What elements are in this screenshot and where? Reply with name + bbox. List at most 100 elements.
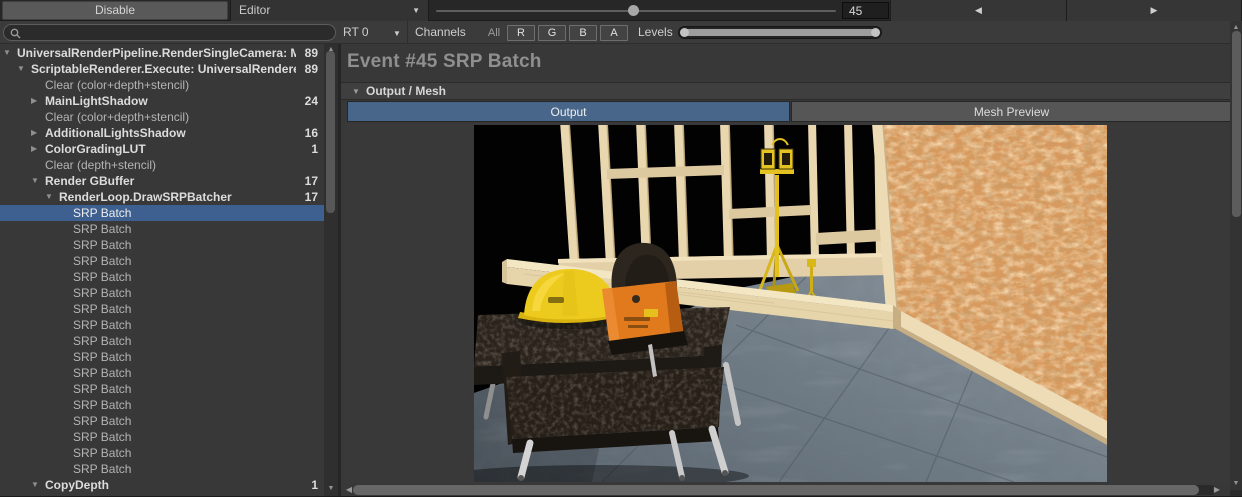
tree-row-label: SRP Batch	[0, 365, 296, 381]
tree-row-label: SRP Batch	[0, 269, 296, 285]
output-preview-image	[474, 125, 1107, 482]
tree-row[interactable]: Clear (color+depth+stencil)	[0, 109, 324, 125]
tree-row-label: UniversalRenderPipeline.RenderSingleCame…	[0, 45, 296, 61]
foldout-collapsed-icon[interactable]: ▶	[31, 125, 43, 141]
channel-all-button[interactable]: All	[481, 25, 507, 41]
tree-row[interactable]: SRP Batch	[0, 269, 324, 285]
tree-scrollbar[interactable]: ▲ ▼	[324, 44, 338, 497]
foldout-expanded-icon[interactable]: ▼	[31, 173, 43, 189]
tree-row[interactable]: ▶MainLightShadow24	[0, 93, 324, 109]
tree-row[interactable]: SRP Batch	[0, 301, 324, 317]
tree-row[interactable]: ▶ColorGradingLUT1	[0, 141, 324, 157]
preview-h-scrollbar[interactable]: ◀ ▶	[341, 483, 1230, 497]
chevron-down-icon: ▼	[393, 22, 401, 45]
details-scrollbar-thumb[interactable]	[1232, 31, 1241, 217]
scroll-down-icon[interactable]: ▼	[324, 484, 338, 494]
tree-row-count: 1	[311, 141, 318, 157]
output-mesh-foldout[interactable]: ▼ Output / Mesh	[341, 82, 1230, 100]
tree-row[interactable]: SRP Batch	[0, 381, 324, 397]
tree-row[interactable]: ▶AdditionalLightsShadow16	[0, 125, 324, 141]
tree-row[interactable]: SRP Batch	[0, 461, 324, 477]
tree-row-label: SRP Batch	[0, 237, 296, 253]
preview-tabbar: Output Mesh Preview	[341, 100, 1230, 123]
disable-button[interactable]: Disable	[2, 1, 228, 20]
foldout-expanded-icon[interactable]: ▼	[3, 45, 15, 61]
tree-row[interactable]: SRP Batch	[0, 429, 324, 445]
tree-row[interactable]: Clear (depth+stencil)	[0, 157, 324, 173]
tree-row[interactable]: SRP Batch	[0, 333, 324, 349]
render-target-value: RT 0	[343, 25, 369, 39]
tree-row-count: 89	[305, 61, 318, 77]
tree-row-count: 1	[311, 477, 318, 493]
tree-row-label: ScriptableRenderer.Execute: UniversalRen…	[0, 61, 296, 77]
levels-label: Levels	[638, 21, 673, 44]
foldout-collapsed-icon[interactable]: ▶	[31, 141, 43, 157]
tree-row[interactable]: ▼RenderLoop.DrawSRPBatcher17	[0, 189, 324, 205]
search-input[interactable]	[24, 25, 324, 40]
event-slider-thumb[interactable]	[628, 5, 639, 16]
tree-row[interactable]: SRP Batch	[0, 349, 324, 365]
tab-output[interactable]: Output	[347, 101, 790, 122]
tree-row[interactable]: SRP Batch	[0, 445, 324, 461]
channel-a-button[interactable]: A	[600, 25, 628, 41]
tree-row[interactable]: SRP Batch	[0, 397, 324, 413]
tree-row-count: 17	[305, 173, 318, 189]
channels-label: Channels	[415, 21, 466, 44]
tree-row[interactable]: SRP Batch	[0, 253, 324, 269]
tree-row[interactable]: SRP Batch	[0, 365, 324, 381]
event-tree[interactable]: ▼UniversalRenderPipeline.RenderSingleCam…	[0, 44, 324, 497]
tree-row-count: 17	[305, 189, 318, 205]
tree-row-label: MainLightShadow	[0, 93, 296, 109]
tree-row[interactable]: SRP Batch	[0, 285, 324, 301]
scroll-down-icon[interactable]: ▼	[1230, 479, 1242, 489]
tree-row-label: SRP Batch	[0, 397, 296, 413]
tree-row-label: Clear (color+depth+stencil)	[0, 109, 296, 125]
tree-row-label: SRP Batch	[0, 349, 296, 365]
tree-row-label: SRP Batch	[0, 461, 296, 477]
tree-row-count: 89	[305, 45, 318, 61]
tree-row[interactable]: SRP Batch	[0, 221, 324, 237]
tree-row-count: 16	[305, 125, 318, 141]
channel-r-button[interactable]: R	[507, 25, 535, 41]
tree-row[interactable]: ▼ScriptableRenderer.Execute: UniversalRe…	[0, 61, 324, 77]
foldout-expanded-icon[interactable]: ▼	[45, 189, 57, 205]
tree-row[interactable]: Clear (color+depth+stencil)	[0, 77, 324, 93]
next-event-button[interactable]: ▶	[1066, 0, 1242, 21]
tree-row[interactable]: SRP Batch	[0, 317, 324, 333]
tree-row[interactable]: SRP Batch	[0, 413, 324, 429]
foldout-expanded-icon[interactable]: ▼	[17, 61, 29, 77]
h-scrollbar-track[interactable]	[353, 485, 1216, 495]
search-field[interactable]	[3, 24, 336, 41]
tree-row[interactable]: ▼CopyDepth1	[0, 477, 324, 493]
tab-mesh-preview[interactable]: Mesh Preview	[791, 101, 1232, 122]
tree-row[interactable]: SRP Batch	[0, 237, 324, 253]
scroll-right-icon[interactable]: ▶	[1212, 483, 1222, 497]
foldout-expanded-icon: ▼	[352, 83, 360, 100]
details-scrollbar[interactable]: ▲ ▼	[1230, 21, 1242, 497]
event-title: Event #45 SRP Batch	[347, 51, 542, 73]
h-scrollbar-thumb[interactable]	[353, 485, 1199, 495]
levels-slider[interactable]	[678, 26, 882, 39]
tree-row[interactable]: SRP Batch	[0, 205, 324, 221]
tree-scrollbar-thumb[interactable]	[326, 51, 335, 213]
tree-row-label: SRP Batch	[0, 221, 296, 237]
tree-row[interactable]: ▼Render GBuffer17	[0, 173, 324, 189]
event-number-field[interactable]	[842, 2, 889, 19]
tree-row-label: SRP Batch	[0, 301, 296, 317]
target-dropdown-value: Editor	[239, 3, 270, 17]
tree-row[interactable]: ▼UniversalRenderPipeline.RenderSingleCam…	[0, 45, 324, 61]
channel-b-button[interactable]: B	[569, 25, 597, 41]
previous-event-button[interactable]: ◀	[890, 0, 1066, 21]
toolbar-separator	[407, 21, 408, 44]
foldout-collapsed-icon[interactable]: ▶	[31, 93, 43, 109]
levels-min-handle[interactable]	[680, 28, 689, 37]
channel-g-button[interactable]: G	[538, 25, 566, 41]
arrow-right-icon: ▶	[1151, 5, 1158, 15]
target-dropdown[interactable]: Editor ▼	[230, 0, 429, 21]
foldout-expanded-icon[interactable]: ▼	[31, 477, 43, 493]
event-slider[interactable]	[436, 0, 836, 21]
filter-toolbar: RT 0 ▼ Channels All R G B A Levels	[0, 21, 1242, 44]
render-target-dropdown[interactable]: RT 0 ▼	[343, 21, 369, 44]
search-icon	[10, 28, 21, 39]
levels-max-handle[interactable]	[871, 28, 880, 37]
